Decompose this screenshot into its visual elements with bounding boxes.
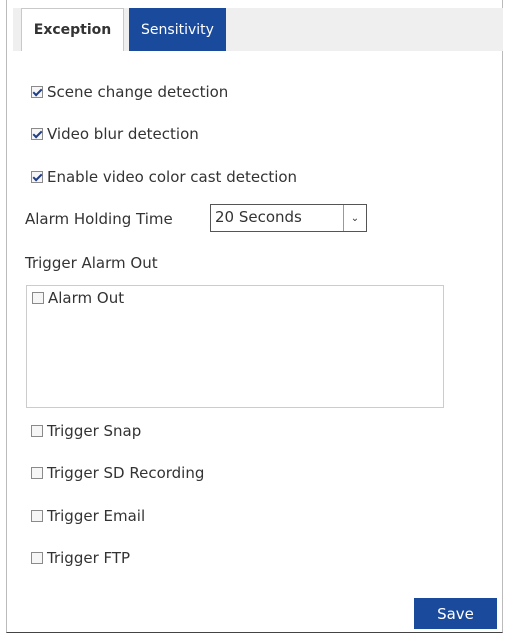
color-cast-checkbox[interactable]: [31, 171, 43, 183]
save-button[interactable]: Save: [414, 598, 497, 629]
scene-change-label: Scene change detection: [47, 83, 229, 101]
trigger-email-checkbox[interactable]: [31, 510, 43, 522]
trigger-sd-recording-checkbox[interactable]: [31, 467, 43, 479]
alarm-out-checkbox[interactable]: [32, 292, 44, 304]
trigger-email-label: Trigger Email: [47, 507, 146, 525]
tab-sensitivity[interactable]: Sensitivity: [129, 8, 226, 51]
video-blur-label: Video blur detection: [47, 125, 199, 143]
trigger-alarm-out-label: Trigger Alarm Out: [25, 254, 158, 272]
tab-bar: Exception Sensitivity: [13, 8, 503, 51]
alarm-holding-time-label: Alarm Holding Time: [25, 210, 173, 228]
trigger-ftp-checkbox[interactable]: [31, 552, 43, 564]
alarm-holding-time-value: 20 Seconds: [215, 208, 302, 226]
trigger-sd-recording-label: Trigger SD Recording: [47, 464, 205, 482]
alarm-holding-time-select[interactable]: 20 Seconds ⌄: [210, 204, 367, 232]
alarm-out-label: Alarm Out: [48, 289, 125, 307]
chevron-down-icon[interactable]: ⌄: [343, 205, 366, 231]
tab-exception[interactable]: Exception: [21, 8, 124, 51]
alarm-out-list: Alarm Out: [26, 285, 444, 408]
color-cast-label: Enable video color cast detection: [47, 168, 298, 186]
video-blur-checkbox[interactable]: [31, 128, 43, 140]
trigger-ftp-label: Trigger FTP: [47, 549, 131, 567]
trigger-snap-checkbox[interactable]: [31, 425, 43, 437]
scene-change-checkbox[interactable]: [31, 86, 43, 98]
trigger-snap-label: Trigger Snap: [47, 422, 142, 440]
